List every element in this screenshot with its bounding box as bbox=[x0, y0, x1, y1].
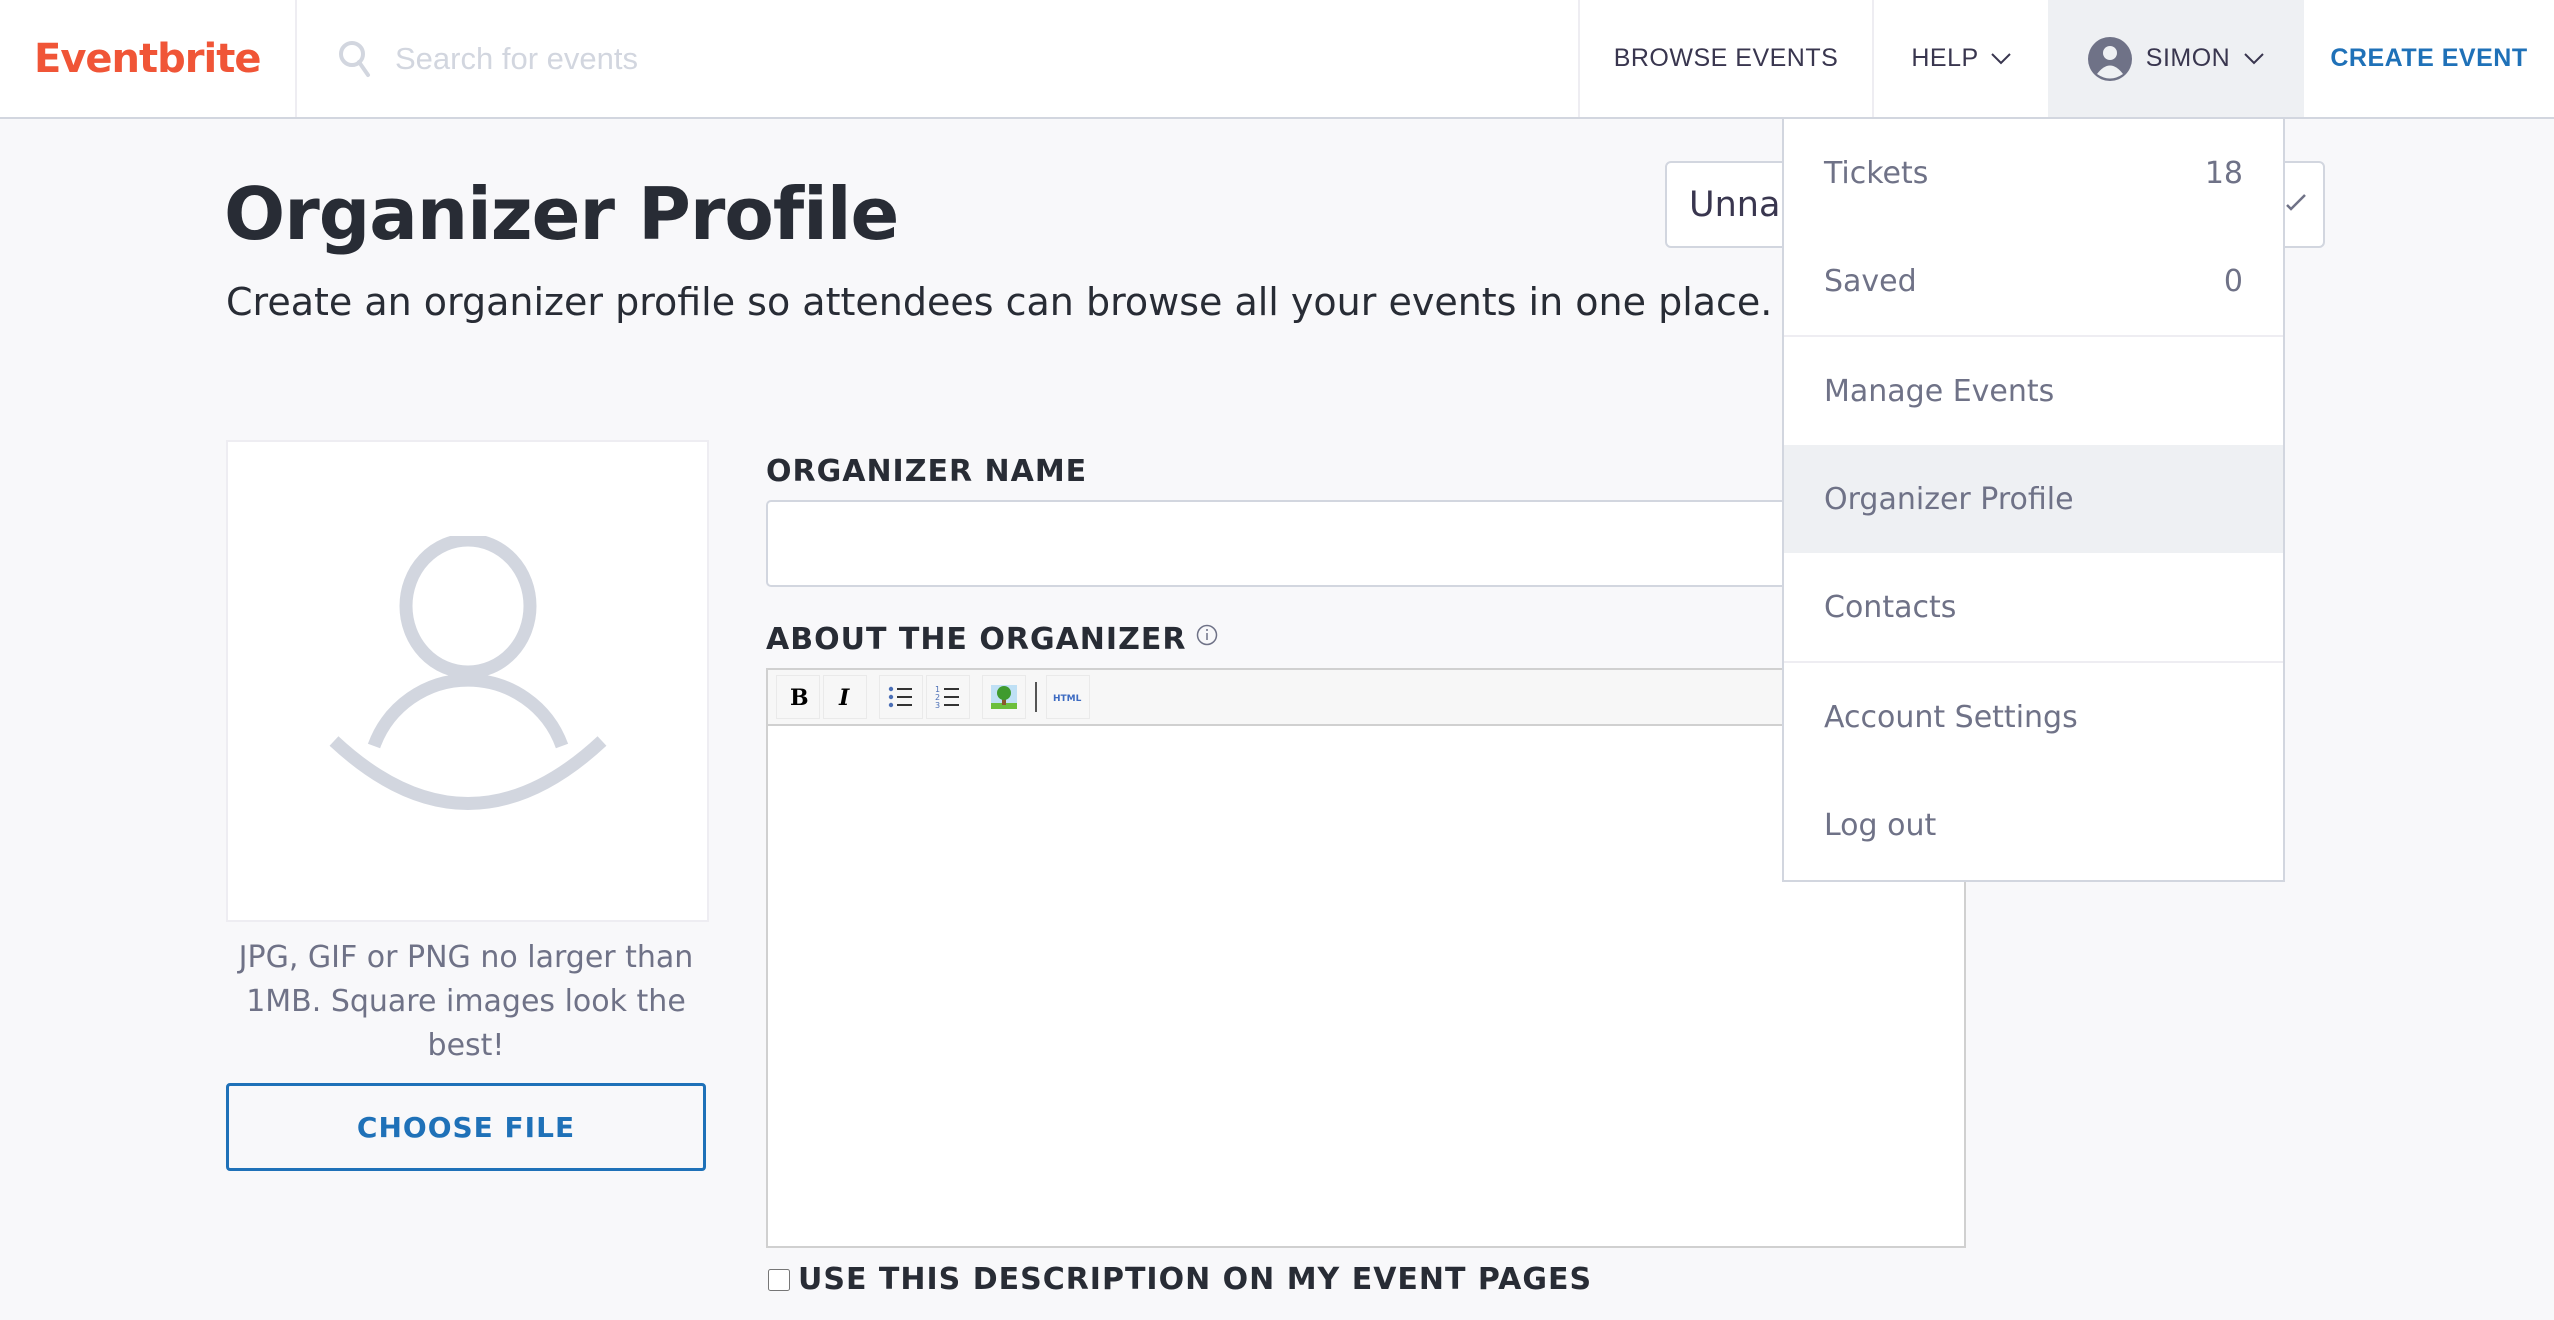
svg-text:HTML: HTML bbox=[1053, 694, 1082, 704]
organizer-image-placeholder bbox=[226, 440, 709, 922]
menu-item-saved[interactable]: Saved 0 bbox=[1784, 227, 2283, 335]
info-icon[interactable] bbox=[1196, 624, 1218, 646]
about-organizer-label: ABOUT THE ORGANIZER bbox=[766, 622, 1187, 657]
menu-item-log-out[interactable]: Log out bbox=[1784, 771, 2283, 879]
choose-file-button[interactable]: CHOOSE FILE bbox=[226, 1083, 706, 1171]
bulleted-list-button[interactable] bbox=[879, 675, 923, 719]
html-source-button[interactable]: HTML bbox=[1046, 675, 1090, 719]
menu-item-tickets[interactable]: Tickets 18 bbox=[1784, 119, 2283, 227]
image-icon bbox=[991, 685, 1017, 709]
menu-item-label: Account Settings bbox=[1824, 699, 2078, 735]
numbered-list-icon: 1 2 3 bbox=[935, 685, 959, 710]
search-icon bbox=[339, 40, 370, 77]
organizer-name-label: ORGANIZER NAME bbox=[766, 454, 1088, 489]
page-subtitle: Create an organizer profile so attendees… bbox=[226, 280, 1773, 324]
create-event-label: CREATE EVENT bbox=[2330, 44, 2528, 72]
user-avatar-icon bbox=[2087, 36, 2132, 81]
use-description-label: USE THIS DESCRIPTION ON MY EVENT PAGES bbox=[798, 1262, 1593, 1297]
menu-item-manage-events[interactable]: Manage Events bbox=[1784, 337, 2283, 445]
italic-button[interactable]: I bbox=[823, 675, 867, 719]
menu-item-contacts[interactable]: Contacts bbox=[1784, 553, 2283, 661]
user-dropdown-menu: Tickets 18 Saved 0 Manage Events Organiz… bbox=[1782, 119, 2285, 882]
chevron-down-icon bbox=[1990, 52, 2011, 64]
html-icon: HTML bbox=[1053, 694, 1082, 704]
eventbrite-logo[interactable]: Eventbrite bbox=[0, 0, 297, 117]
toolbar-separator bbox=[1035, 682, 1037, 712]
menu-item-label: Saved bbox=[1824, 263, 1917, 299]
svg-text:3: 3 bbox=[935, 701, 940, 710]
tickets-count: 18 bbox=[2204, 155, 2243, 191]
page-title: Organizer Profile bbox=[224, 172, 899, 256]
bold-button[interactable]: B bbox=[776, 675, 820, 719]
user-name-label: SIMON bbox=[2145, 44, 2231, 72]
numbered-list-button[interactable]: 1 2 3 bbox=[926, 675, 970, 719]
menu-item-label: Organizer Profile bbox=[1824, 481, 2074, 517]
menu-item-organizer-profile[interactable]: Organizer Profile bbox=[1784, 445, 2283, 553]
help-menu-button[interactable]: HELP bbox=[1872, 0, 2048, 117]
person-placeholder-icon bbox=[329, 536, 606, 810]
image-upload-hint: JPG, GIF or PNG no larger than 1MB. Squa… bbox=[238, 940, 694, 1063]
browse-events-link[interactable]: BROWSE EVENTS bbox=[1578, 0, 1872, 117]
menu-item-account-settings[interactable]: Account Settings bbox=[1784, 663, 2283, 771]
user-menu-button[interactable]: SIMON bbox=[2048, 0, 2304, 117]
bulleted-list-icon bbox=[888, 686, 912, 708]
svg-text:B: B bbox=[790, 685, 809, 711]
help-label: HELP bbox=[1911, 44, 1979, 72]
insert-image-button[interactable] bbox=[982, 675, 1026, 719]
browse-events-label: BROWSE EVENTS bbox=[1613, 44, 1839, 72]
search-input[interactable] bbox=[395, 40, 1195, 77]
search-bar bbox=[297, 0, 1578, 117]
bold-icon: B bbox=[790, 685, 809, 711]
saved-count: 0 bbox=[2223, 263, 2243, 299]
use-description-option[interactable]: USE THIS DESCRIPTION ON MY EVENT PAGES bbox=[768, 1262, 1592, 1297]
about-organizer-label-row: ABOUT THE ORGANIZER bbox=[766, 622, 1218, 657]
chevron-down-icon bbox=[2244, 52, 2264, 64]
top-nav: Eventbrite BROWSE EVENTS HELP SIMON CREA… bbox=[0, 0, 2554, 119]
menu-item-label: Tickets bbox=[1824, 155, 1929, 191]
chevron-down-icon bbox=[2286, 194, 2306, 211]
svg-text:I: I bbox=[838, 685, 850, 711]
menu-item-label: Log out bbox=[1824, 807, 1937, 843]
create-event-link[interactable]: CREATE EVENT bbox=[2304, 0, 2554, 117]
use-description-checkbox[interactable] bbox=[768, 1267, 790, 1292]
menu-item-label: Contacts bbox=[1824, 589, 1957, 625]
menu-item-label: Manage Events bbox=[1824, 373, 2055, 409]
italic-icon: I bbox=[838, 685, 850, 711]
